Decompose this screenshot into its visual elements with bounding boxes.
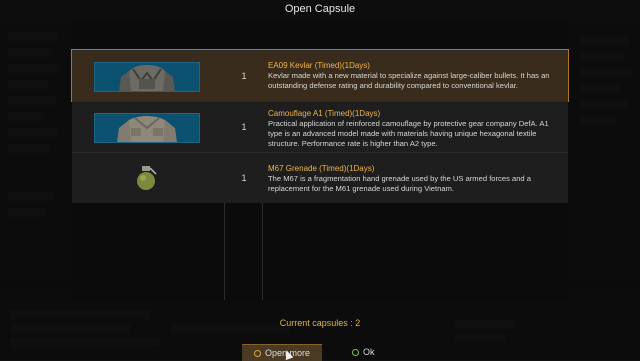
list-item[interactable]: 1 M67 Grenade (Timed)(1Days) The M67 is …	[72, 152, 568, 203]
open-more-button[interactable]: Open more	[242, 344, 322, 361]
item-name: EA09 Kevlar (Timed)(1Days)	[268, 61, 370, 70]
button-prompt-icon	[253, 349, 261, 357]
list-item[interactable]: 1 EA09 Kevlar (Timed)(1Days) Kevlar made…	[71, 49, 569, 102]
item-name: M67 Grenade (Timed)(1Days)	[268, 164, 375, 173]
modal-title: Open Capsule	[284, 3, 356, 15]
ok-button[interactable]: Ok	[348, 344, 408, 360]
item-quantity: 1	[241, 71, 247, 81]
item-quantity: 1	[241, 173, 247, 183]
capsule-item-list: 1 EA09 Kevlar (Timed)(1Days) Kevlar made…	[71, 49, 569, 300]
open-capsule-modal: Open Capsule 1 EA09 Kevlar (Timed)(1Days…	[0, 0, 640, 361]
item-name: Camouflage A1 (Timed)(1Days)	[268, 109, 381, 118]
current-capsules-count: Current capsules : 2	[279, 318, 361, 328]
item-description: Kevlar made with a new material to speci…	[268, 71, 550, 90]
item-description: The M67 is a fragmentation hand grenade …	[268, 174, 531, 193]
button-prompt-icon	[352, 348, 359, 356]
grenade-icon	[94, 164, 198, 192]
camouflage-vest-icon	[94, 113, 200, 143]
item-quantity: 1	[241, 122, 247, 132]
list-item[interactable]: 1 Camouflage A1 (Timed)(1Days) Practical…	[72, 101, 568, 152]
ok-label: Ok	[363, 347, 375, 357]
item-description: Practical application of reinforced camo…	[268, 119, 549, 148]
kevlar-vest-icon	[94, 62, 200, 92]
